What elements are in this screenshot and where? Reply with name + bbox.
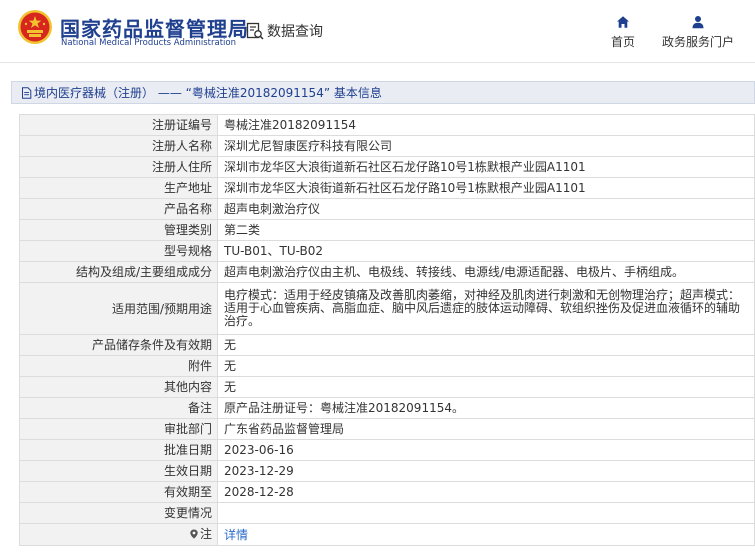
- field-label: 审批部门: [19, 418, 218, 440]
- field-label: 其他内容: [19, 376, 218, 398]
- nav-home-label: 首页: [610, 35, 635, 49]
- table-row: 审批部门 广东省药品监督管理局: [19, 418, 755, 440]
- document-search-icon: [246, 22, 264, 40]
- field-value: 2023-06-16: [217, 439, 755, 461]
- table-row: 有效期至 2028-12-28: [19, 481, 755, 503]
- site-subtitle: National Medical Products Administration: [61, 38, 236, 48]
- table-row-note: 注 详情: [19, 523, 755, 546]
- note-label-cell: 注: [19, 523, 218, 546]
- table-row: 批准日期 2023-06-16: [19, 439, 755, 461]
- table-row: 产品储存条件及有效期 无: [19, 334, 755, 356]
- field-label: 批准日期: [19, 439, 218, 461]
- field-label: 型号规格: [19, 240, 218, 262]
- table-row: 适用范围/预期用途 电疗模式：适用于经皮镇痛及改善肌肉萎缩，对神经及肌肉进行刺激…: [19, 282, 755, 335]
- field-value: 超声电刺激治疗仪: [217, 198, 755, 220]
- note-label: 注: [189, 527, 212, 541]
- field-value: 2028-12-28: [217, 481, 755, 503]
- field-value: 无: [217, 355, 755, 377]
- nav-gov-portal[interactable]: 政务服务门户: [656, 15, 740, 50]
- field-label: 附件: [19, 355, 218, 377]
- national-emblem-icon[interactable]: [17, 9, 53, 45]
- location-pin-icon: [190, 529, 198, 539]
- field-label: 结构及组成/主要组成成分: [19, 261, 218, 283]
- data-query-link[interactable]: 数据查询: [245, 20, 323, 42]
- field-label: 注册人住所: [19, 156, 218, 178]
- field-label: 管理类别: [19, 219, 218, 241]
- field-value: 无: [217, 376, 755, 398]
- field-label: 注册人名称: [19, 135, 218, 157]
- field-label: 有效期至: [19, 481, 218, 503]
- site-header: 国家药品监督管理局 National Medical Products Admi…: [0, 0, 755, 62]
- field-label: 适用范围/预期用途: [19, 282, 218, 335]
- field-label: 生产地址: [19, 177, 218, 199]
- breadcrumb: 境内医疗器械（注册） —— “粤械注准20182091154” 基本信息: [11, 81, 755, 104]
- header-divider: [0, 62, 755, 63]
- field-value: 无: [217, 334, 755, 356]
- note-value-cell: 详情: [217, 523, 755, 546]
- user-icon: [692, 16, 704, 29]
- field-value: 2023-12-29: [217, 460, 755, 482]
- nav-home[interactable]: 首页: [603, 15, 643, 50]
- details-link[interactable]: 详情: [224, 528, 248, 542]
- nav-gov-portal-label: 政务服务门户: [661, 35, 734, 49]
- table-row: 产品名称 超声电刺激治疗仪: [19, 198, 755, 220]
- field-value: 粤械注准20182091154: [217, 114, 755, 136]
- field-label: 注册证编号: [19, 114, 218, 136]
- table-row: 附件 无: [19, 355, 755, 377]
- note-label-text: 注: [199, 527, 212, 541]
- table-row: 备注 原产品注册证号：粤械注准20182091154。: [19, 397, 755, 419]
- table-row: 变更情况: [19, 502, 755, 524]
- table-row: 生产地址 深圳市龙华区大浪街道新石社区石龙仔路10号1栋默根产业园A1101: [19, 177, 755, 199]
- field-label: 备注: [19, 397, 218, 419]
- breadcrumb-text: 境内医疗器械（注册） —— “粤械注准20182091154” 基本信息: [34, 86, 382, 100]
- table-row: 结构及组成/主要组成成分 超声电刺激治疗仪由主机、电极线、转接线、电源线/电源适…: [19, 261, 755, 283]
- data-query-label: 数据查询: [267, 24, 323, 40]
- field-value: 超声电刺激治疗仪由主机、电极线、转接线、电源线/电源适配器、电极片、手柄组成。: [217, 261, 755, 283]
- field-value: TU-B01、TU-B02: [217, 240, 755, 262]
- table-row: 注册人住所 深圳市龙华区大浪街道新石社区石龙仔路10号1栋默根产业园A1101: [19, 156, 755, 178]
- home-icon: [617, 16, 629, 28]
- table-row: 注册证编号 粤械注准20182091154: [19, 114, 755, 136]
- field-value: 原产品注册证号：粤械注准20182091154。: [217, 397, 755, 419]
- field-value: 第二类: [217, 219, 755, 241]
- field-value: 广东省药品监督管理局: [217, 418, 755, 440]
- table-row: 管理类别 第二类: [19, 219, 755, 241]
- field-value: [217, 502, 755, 524]
- table-row: 其他内容 无: [19, 376, 755, 398]
- table-row: 注册人名称 深圳尤尼智康医疗科技有限公司: [19, 135, 755, 157]
- field-value: 深圳市龙华区大浪街道新石社区石龙仔路10号1栋默根产业园A1101: [217, 177, 755, 199]
- field-label: 生效日期: [19, 460, 218, 482]
- table-row: 生效日期 2023-12-29: [19, 460, 755, 482]
- field-label: 变更情况: [19, 502, 218, 524]
- field-label: 产品储存条件及有效期: [19, 334, 218, 356]
- field-label: 产品名称: [19, 198, 218, 220]
- table-row: 型号规格 TU-B01、TU-B02: [19, 240, 755, 262]
- detail-table: 注册证编号 粤械注准20182091154 注册人名称 深圳尤尼智康医疗科技有限…: [19, 114, 755, 546]
- document-icon: [22, 86, 32, 99]
- field-value: 深圳市龙华区大浪街道新石社区石龙仔路10号1栋默根产业园A1101: [217, 156, 755, 178]
- field-value: 深圳尤尼智康医疗科技有限公司: [217, 135, 755, 157]
- field-value: 电疗模式：适用于经皮镇痛及改善肌肉萎缩，对神经及肌肉进行刺激和无创物理治疗；超声…: [217, 282, 755, 335]
